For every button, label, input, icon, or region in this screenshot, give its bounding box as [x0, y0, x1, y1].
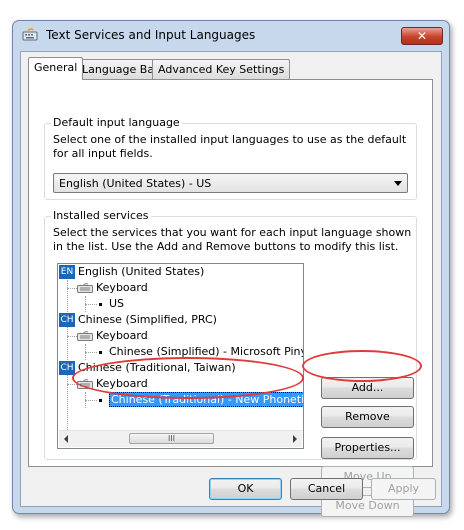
tree-node-layout-en[interactable]: US: [95, 296, 124, 312]
default-language-value: English (United States) - US: [59, 177, 212, 190]
language-label-chs: Chinese (Simplified, PRC): [78, 313, 217, 326]
window-title: Text Services and Input Languages: [46, 28, 256, 42]
default-input-description: Select one of the installed input langua…: [53, 133, 407, 160]
language-label-cht: Chinese (Traditional, Taiwan): [78, 361, 236, 374]
tab-advanced-key-settings[interactable]: Advanced Key Settings: [152, 59, 291, 79]
title-bar[interactable]: Text Services and Input Languages ✕: [13, 21, 449, 49]
bullet-icon: [99, 302, 102, 306]
horizontal-scrollbar[interactable]: III: [59, 430, 302, 447]
close-button[interactable]: ✕: [401, 27, 443, 45]
apply-button[interactable]: Apply: [371, 478, 436, 500]
default-input-language-group: Default input language Select one of the…: [44, 116, 417, 200]
keyboard-icon: [77, 283, 93, 293]
tree-line: [67, 384, 77, 385]
installed-services-description: Select the services that you want for ea…: [53, 226, 412, 253]
properties-button[interactable]: Properties...: [321, 437, 414, 459]
keyboard-icon: [77, 379, 93, 389]
tree-node-keyboard-cht[interactable]: Keyboard: [77, 376, 148, 392]
scroll-thumb[interactable]: III: [129, 433, 214, 444]
tab-general[interactable]: General: [28, 57, 84, 80]
tree-line: [67, 288, 77, 289]
chevron-down-icon: [394, 181, 402, 186]
bullet-icon: [99, 350, 102, 354]
remove-button[interactable]: Remove: [321, 406, 414, 428]
default-input-language-title: Default input language: [51, 116, 182, 129]
bullet-icon: [99, 398, 102, 402]
tree-node-layout-cht-selected[interactable]: Chinese (Traditional) - New Phonetic: [95, 392, 303, 408]
installed-services-group: Installed services Select the services t…: [44, 209, 417, 517]
installed-services-title: Installed services: [51, 209, 151, 222]
default-language-dropdown[interactable]: English (United States) - US: [53, 173, 408, 193]
ok-button[interactable]: OK: [209, 478, 282, 500]
keyboard-icon: [77, 331, 93, 341]
tree-node-language-chs[interactable]: CH Chinese (Simplified, PRC): [59, 312, 217, 328]
services-tree[interactable]: EN English (United States) Keyboard US CH…: [57, 263, 304, 449]
dialog-window: Text Services and Input Languages ✕ Gene…: [12, 20, 450, 517]
ch-language-icon: CH: [59, 361, 75, 375]
layout-label-en: US: [109, 297, 125, 310]
tree-node-language-en[interactable]: EN English (United States): [59, 264, 204, 280]
scroll-right-icon[interactable]: [293, 435, 297, 443]
tree-line: [67, 336, 77, 337]
add-button[interactable]: Add...: [321, 377, 414, 399]
cancel-button[interactable]: Cancel: [290, 478, 363, 500]
keyboard-label-cht: Keyboard: [96, 377, 148, 390]
tree-node-keyboard-chs[interactable]: Keyboard: [77, 328, 148, 344]
en-language-icon: EN: [59, 265, 75, 279]
ch-language-icon: CH: [59, 313, 75, 327]
tree-node-language-cht[interactable]: CH Chinese (Traditional, Taiwan): [59, 360, 236, 376]
tree-node-layout-chs[interactable]: Chinese (Simplified) - Microsoft Pinyin …: [95, 344, 303, 360]
keyboard-label-en: Keyboard: [96, 281, 148, 294]
tree-line: [67, 280, 68, 430]
tree-node-keyboard-en[interactable]: Keyboard: [77, 280, 148, 296]
general-tab-page: Default input language Select one of the…: [28, 79, 433, 517]
layout-label-chs: Chinese (Simplified) - Microsoft Pinyin …: [109, 345, 303, 358]
dialog-client-area: General Language Bar Advanced Key Settin…: [20, 51, 442, 517]
layout-label-cht: Chinese (Traditional) - New Phonetic: [109, 392, 303, 407]
language-label-en: English (United States): [78, 265, 205, 278]
keyboard-app-icon: [22, 28, 38, 41]
keyboard-label-chs: Keyboard: [96, 329, 148, 342]
scroll-left-icon[interactable]: [64, 435, 68, 443]
